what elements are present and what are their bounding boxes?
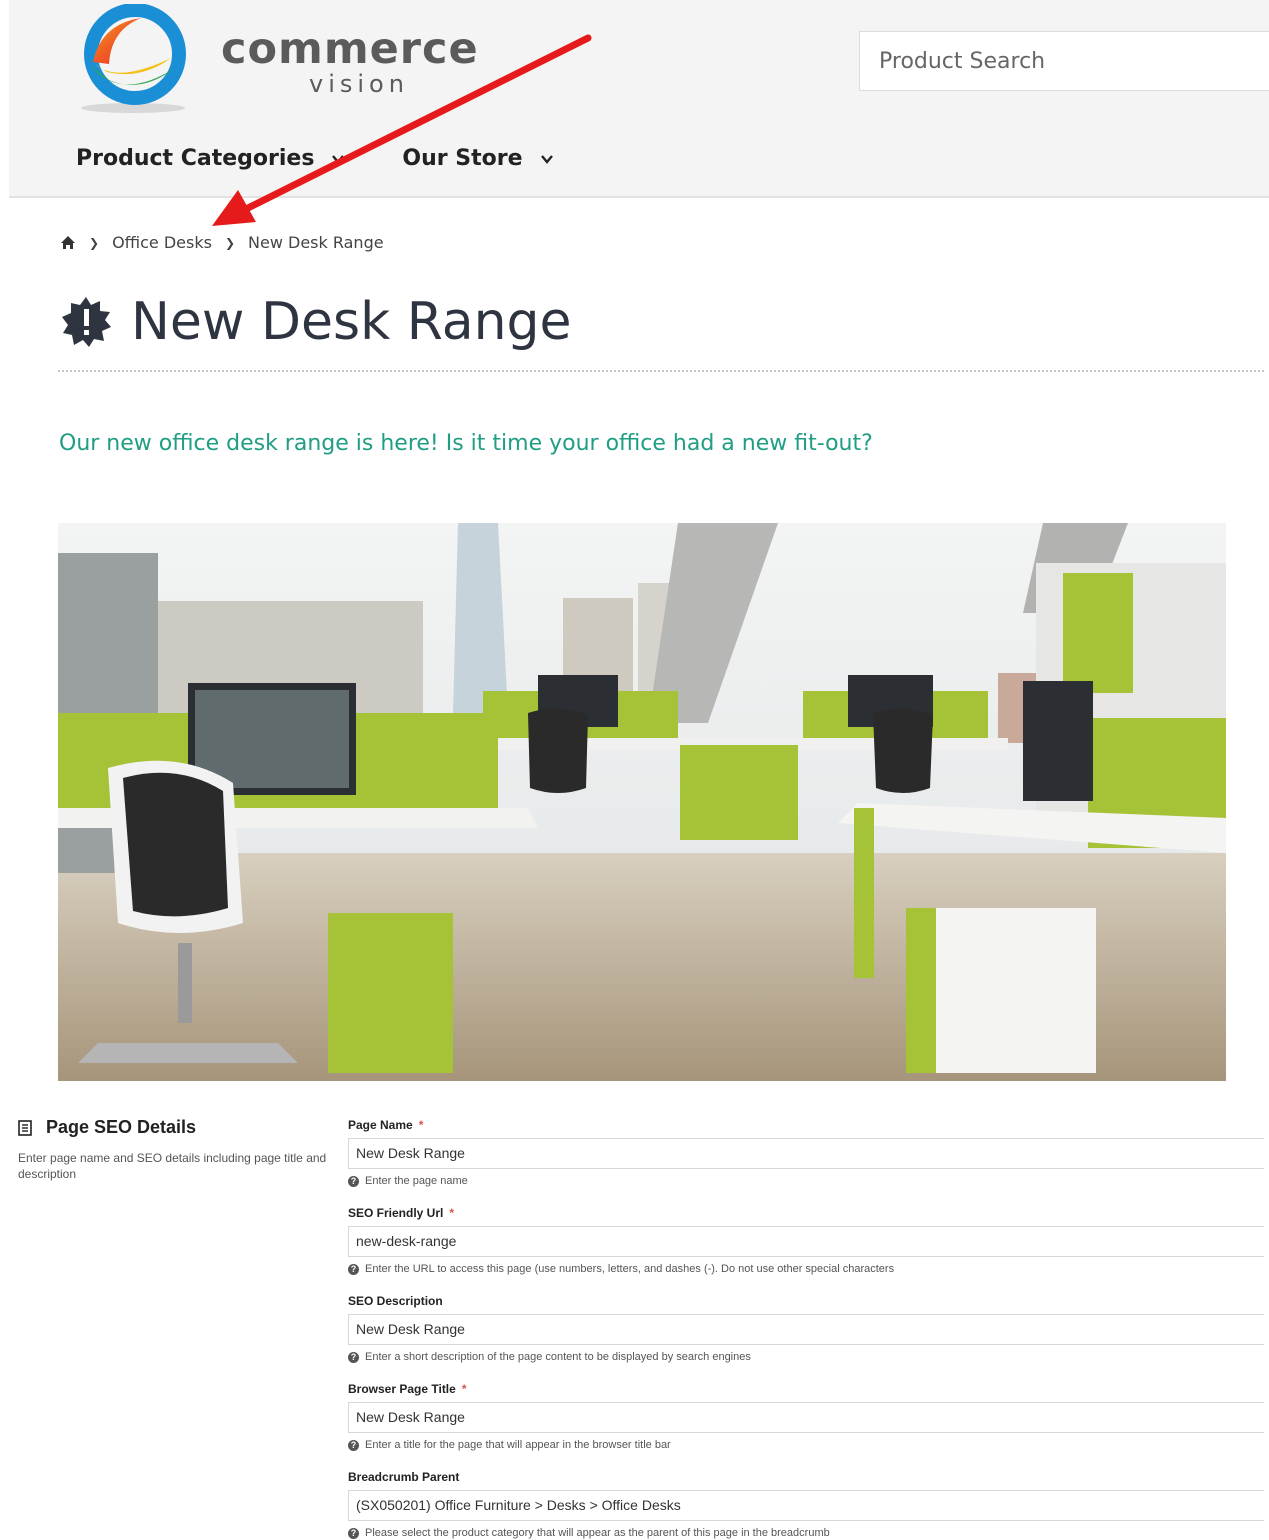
breadcrumb-current: New Desk Range bbox=[248, 233, 384, 252]
commerce-vision-logo[interactable] bbox=[71, 4, 196, 114]
seo-friendly-url-input[interactable]: new-desk-range bbox=[348, 1226, 1264, 1257]
seo-friendly-url-help-text: Enter the URL to access this page (use n… bbox=[365, 1263, 895, 1275]
nav-our-store[interactable]: Our Store bbox=[402, 146, 553, 171]
title-divider bbox=[58, 370, 1264, 372]
breadcrumb: ❯ Office Desks ❯ New Desk Range bbox=[60, 233, 384, 252]
required-marker: * bbox=[461, 1382, 467, 1396]
breadcrumb-parent-help-text: Please select the product category that … bbox=[365, 1527, 830, 1539]
browser-page-title-label: Browser Page Title * bbox=[348, 1382, 467, 1396]
brand-sub-text: vision bbox=[309, 70, 409, 98]
page-name-help: ? Enter the page name bbox=[348, 1175, 468, 1187]
office-scene-illustration bbox=[58, 523, 1226, 1081]
breadcrumb-parent-label-text: Breadcrumb Parent bbox=[348, 1470, 460, 1484]
seo-section-intro: Page SEO Details Enter page name and SEO… bbox=[18, 1117, 343, 1182]
seo-section-title: Page SEO Details bbox=[46, 1117, 197, 1137]
breadcrumb-parent-label: Breadcrumb Parent bbox=[348, 1470, 459, 1484]
nav-product-categories-label: Product Categories bbox=[76, 146, 315, 171]
browser-page-title-help-text: Enter a title for the page that will app… bbox=[365, 1439, 671, 1451]
breadcrumb-parent-select[interactable]: (SX050201) Office Furniture > Desks > Of… bbox=[348, 1490, 1264, 1521]
seo-description-input[interactable]: New Desk Range bbox=[348, 1314, 1264, 1345]
page-name-label: Page Name * bbox=[348, 1118, 423, 1132]
site-header: commerce vision Product Categories Our S… bbox=[9, 0, 1269, 198]
breadcrumb-separator-icon: ❯ bbox=[224, 235, 236, 250]
page-name-help-text: Enter the page name bbox=[365, 1175, 468, 1187]
page-title: New Desk Range bbox=[131, 292, 572, 352]
home-icon[interactable] bbox=[60, 235, 76, 250]
office-desk-hero-image bbox=[58, 523, 1226, 1081]
chevron-down-icon bbox=[540, 154, 553, 164]
seo-friendly-url-label-text: SEO Friendly Url bbox=[348, 1206, 444, 1220]
nav-our-store-label: Our Store bbox=[402, 146, 523, 171]
main-nav: Product Categories Our Store bbox=[76, 146, 553, 171]
required-marker: * bbox=[449, 1206, 455, 1220]
page-tagline: Our new office desk range is here! Is it… bbox=[59, 431, 873, 456]
page-name-input[interactable]: New Desk Range bbox=[348, 1138, 1264, 1169]
new-badge-icon bbox=[62, 297, 111, 347]
page-title-row: New Desk Range bbox=[60, 292, 572, 352]
seo-friendly-url-help: ? Enter the URL to access this page (use … bbox=[348, 1263, 894, 1275]
required-marker: * bbox=[418, 1118, 424, 1132]
browser-page-title-label-text: Browser Page Title bbox=[348, 1382, 456, 1396]
seo-description-label-text: SEO Description bbox=[348, 1294, 443, 1308]
document-icon bbox=[18, 1119, 32, 1136]
breadcrumb-office-desks[interactable]: Office Desks bbox=[112, 233, 212, 252]
brand-wordmark: commerce vision bbox=[221, 26, 479, 96]
breadcrumb-separator-icon: ❯ bbox=[89, 235, 100, 250]
chevron-down-icon bbox=[332, 154, 345, 164]
seo-section-heading: Page SEO Details bbox=[18, 1117, 343, 1138]
seo-description-label: SEO Description bbox=[348, 1294, 443, 1308]
seo-friendly-url-label: SEO Friendly Url * bbox=[348, 1206, 454, 1220]
nav-product-categories[interactable]: Product Categories bbox=[76, 146, 345, 171]
breadcrumb-parent-help: ? Please select the product category that… bbox=[348, 1527, 830, 1539]
page-name-label-text: Page Name bbox=[348, 1118, 413, 1132]
brand-main-text: commerce bbox=[221, 24, 479, 74]
seo-description-help: ? Enter a short description of the page c… bbox=[348, 1351, 751, 1363]
browser-page-title-help: ? Enter a title for the page that will ap… bbox=[348, 1439, 671, 1451]
help-icon: ? bbox=[348, 1175, 359, 1187]
help-icon: ? bbox=[348, 1527, 359, 1539]
help-icon: ? bbox=[348, 1263, 359, 1275]
seo-section-description: Enter page name and SEO details includin… bbox=[18, 1151, 327, 1181]
product-search-input[interactable] bbox=[859, 31, 1269, 91]
help-icon: ? bbox=[348, 1351, 359, 1363]
seo-description-help-text: Enter a short description of the page co… bbox=[365, 1351, 751, 1363]
help-icon: ? bbox=[348, 1439, 359, 1451]
browser-page-title-input[interactable]: New Desk Range bbox=[348, 1402, 1264, 1433]
